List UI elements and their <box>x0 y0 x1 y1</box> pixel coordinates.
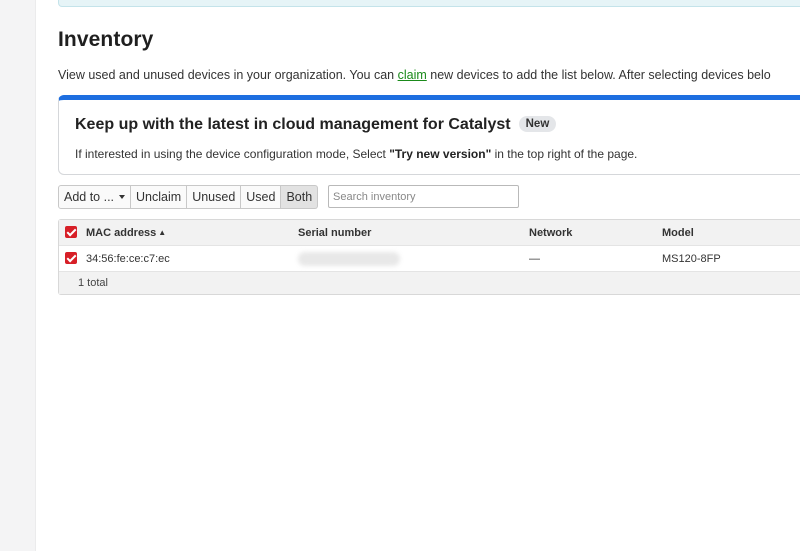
promo-title: Keep up with the latest in cloud managem… <box>75 116 557 134</box>
select-all-checkbox[interactable] <box>65 226 77 238</box>
promo-text-start: If interested in using the device config… <box>75 147 390 161</box>
row-checkbox[interactable] <box>65 252 77 264</box>
search-inventory-input[interactable] <box>328 185 519 208</box>
network-cell: — <box>529 252 540 265</box>
filter-unused-button[interactable]: Unused <box>187 185 242 209</box>
add-to-dropdown-button[interactable]: Add to ... <box>58 185 132 209</box>
left-sidebar-strip <box>0 0 36 551</box>
table-footer: 1 total <box>59 272 800 294</box>
catalyst-promo-card: Keep up with the latest in cloud managem… <box>58 95 800 175</box>
total-count: 1 total <box>78 277 108 289</box>
sort-ascending-icon: ▲ <box>158 228 167 237</box>
filter-used-button[interactable]: Used <box>241 185 282 209</box>
model-cell: MS120-8FP <box>662 252 721 265</box>
page-title: Inventory <box>58 28 154 51</box>
new-badge: New <box>518 116 557 132</box>
unclaim-button[interactable]: Unclaim <box>131 185 188 209</box>
table-row[interactable]: 34:56:fe:ce:c7:ec — MS120-8FP <box>59 246 800 272</box>
serial-number-cell <box>298 246 400 271</box>
page-description: View used and unused devices in your org… <box>58 68 771 82</box>
inventory-toolbar: Add to ... Unclaim Unused Used Both <box>58 185 319 209</box>
promo-title-text: Keep up with the latest in cloud managem… <box>75 116 511 133</box>
mac-header-label: MAC address <box>86 226 157 239</box>
description-text-continued: new devices to add the list below. After… <box>426 68 771 82</box>
redacted-serial <box>298 251 400 266</box>
promo-text-bold: "Try new version" <box>389 147 492 161</box>
column-header-network[interactable]: Network <box>529 220 572 245</box>
promo-description: If interested in using the device config… <box>75 147 637 161</box>
promo-text-end: in the top right of the page. <box>491 147 638 161</box>
column-header-serial[interactable]: Serial number <box>298 220 371 245</box>
claim-link[interactable]: claim <box>398 68 427 82</box>
caret-down-icon <box>119 195 126 199</box>
add-to-label: Add to ... <box>64 190 115 204</box>
column-header-model[interactable]: Model <box>662 220 694 245</box>
top-notice-banner <box>58 0 800 7</box>
filter-both-button[interactable]: Both <box>281 185 319 209</box>
column-header-mac[interactable]: MAC address ▲ <box>86 220 166 245</box>
description-text: View used and unused devices in your org… <box>58 68 398 82</box>
table-header-row: MAC address ▲ Serial number Network Model <box>59 220 800 246</box>
inventory-table: MAC address ▲ Serial number Network Model… <box>58 219 800 295</box>
mac-address-cell[interactable]: 34:56:fe:ce:c7:ec <box>86 246 170 271</box>
